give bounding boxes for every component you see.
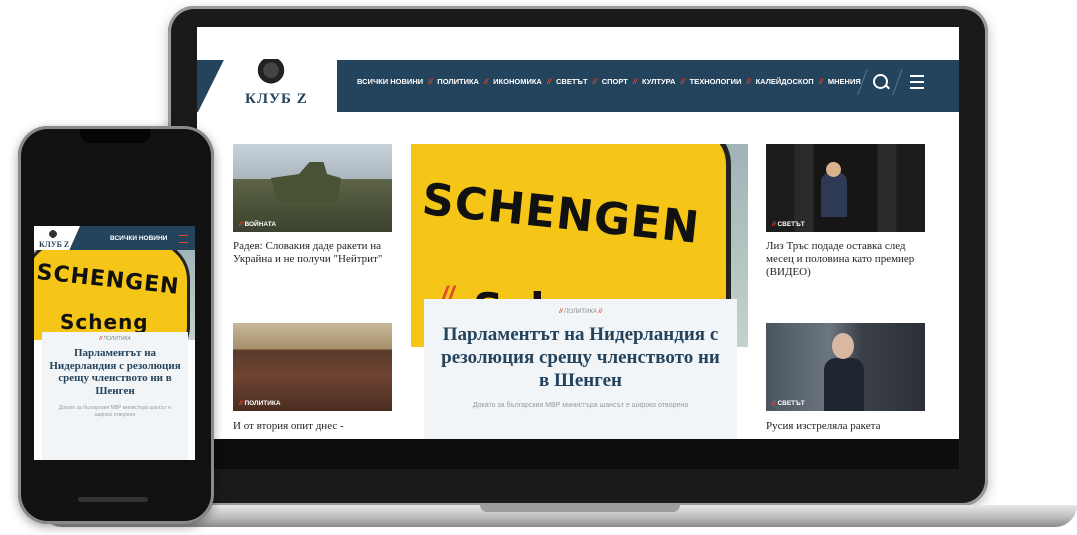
main-nav: ВСИЧКИ НОВИНИ // ПОЛИТИКА // ИКОНОМИКА /… — [357, 77, 861, 86]
nav-separator: // — [746, 77, 751, 86]
person-head — [826, 162, 841, 177]
nav-separator: // — [680, 77, 685, 86]
nav-item-economy[interactable]: ИКОНОМИКА — [493, 77, 542, 86]
phone-featured-image[interactable]: SCHENGEN Scheng — [34, 250, 195, 340]
nav-separator: // — [428, 77, 433, 86]
phone-menu-icon[interactable] — [179, 235, 188, 243]
search-icon[interactable] — [873, 74, 888, 89]
nav-item-technology[interactable]: ТЕХНОЛОГИИ — [690, 77, 742, 86]
nav-separator: // — [818, 77, 823, 86]
nav-item-kaleidoscope[interactable]: КАЛЕЙДОСКОП — [756, 77, 814, 86]
featured-tag: // ПОЛИТИКА // — [559, 309, 602, 315]
card-image-man[interactable]: // СВЕТЪТ — [766, 323, 925, 411]
laptop-base-notch — [480, 505, 680, 512]
nav-separator: // — [592, 77, 597, 86]
nav-item-world[interactable]: СВЕТЪТ — [556, 77, 588, 86]
card-tag: // ВОЙНАТА — [239, 221, 277, 228]
phone-notch — [80, 129, 150, 143]
laptop-screen: КЛУБ Z ВСИЧКИ НОВИНИ // ПОЛИТИКА // ИКОН… — [197, 27, 959, 439]
nav-separator: // — [546, 77, 551, 86]
card-image-parliament[interactable]: // ПОЛИТИКА — [233, 323, 392, 411]
featured-excerpt: Докато за българския МВР министъра шансъ… — [472, 402, 689, 409]
person-shape — [824, 358, 864, 411]
sign-text: Scheng — [60, 310, 149, 334]
laptop-chin — [197, 439, 959, 469]
card-tag: // СВЕТЪТ — [772, 221, 805, 228]
phone-featured-box[interactable]: // ПОЛИТИКА Парламентът на Нидерландия с… — [42, 332, 188, 460]
nav-item-all-news[interactable]: ВСИЧКИ НОВИНИ — [357, 77, 423, 86]
person-head — [832, 333, 854, 359]
card-title[interactable]: Русия изстреляла ракета — [766, 420, 926, 433]
card-tag: // СВЕТЪТ — [772, 400, 805, 407]
card-image-downing-street[interactable]: // СВЕТЪТ — [766, 144, 925, 232]
phone-featured-title[interactable]: Парламентът на Нидерландия с резолюция с… — [48, 347, 182, 397]
phone-nav-label[interactable]: ВСИЧКИ НОВИНИ — [110, 235, 167, 242]
person-shape — [821, 172, 847, 217]
nav-separator: // — [483, 77, 489, 86]
phone-home-indicator — [78, 497, 148, 502]
nav-separator: // — [632, 77, 638, 86]
logo-icon — [257, 59, 285, 87]
menu-icon[interactable] — [910, 75, 924, 89]
card-title[interactable]: Лиз Тръс подаде оставка след месец и пол… — [766, 240, 926, 279]
phone-logo-text: КЛУБ Z — [39, 240, 70, 249]
phone-logo-icon — [47, 228, 59, 240]
featured-title[interactable]: Парламентът на Нидерландия с резолюция с… — [440, 323, 721, 392]
card-title[interactable]: И от втория опит днес - — [233, 420, 391, 433]
featured-box[interactable]: // ПОЛИТИКА // Парламентът на Нидерланди… — [424, 299, 737, 439]
nav-item-sport[interactable]: СПОРТ — [602, 77, 628, 86]
card-image-military[interactable]: // ВОЙНАТА — [233, 144, 392, 232]
vehicle-shape — [271, 162, 341, 202]
logo-text: КЛУБ Z — [245, 91, 308, 107]
card-title[interactable]: Радев: Словакия даде ракети на Украйна и… — [233, 240, 391, 266]
card-tag: // ПОЛИТИКА — [239, 400, 281, 407]
phone-screen: КЛУБ Z ВСИЧКИ НОВИНИ SCHENGEN Scheng // … — [34, 226, 195, 460]
phone-featured-excerpt: Докато за българския МВР министъра шансъ… — [58, 405, 172, 418]
nav-item-culture[interactable]: КУЛТУРА — [642, 77, 675, 86]
nav-item-opinions[interactable]: МНЕНИЯ — [828, 77, 861, 86]
nav-item-politics[interactable]: ПОЛИТИКА — [437, 77, 479, 86]
phone-featured-tag: // ПОЛИТИКА — [99, 336, 131, 342]
